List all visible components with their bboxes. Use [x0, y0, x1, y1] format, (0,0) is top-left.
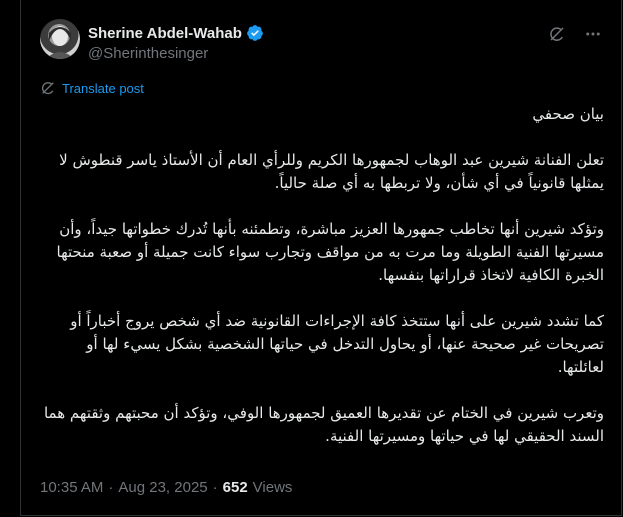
avatar[interactable] [40, 19, 80, 59]
grok-icon[interactable] [547, 24, 567, 44]
author-handle[interactable]: @Sherinthesinger [88, 45, 208, 62]
post-paragraph: وتعرب شيرين في الختام عن تقديرها العميق … [43, 404, 604, 445]
meta-separator: · [108, 479, 114, 496]
author-name[interactable]: Sherine Abdel-Wahab [88, 25, 242, 42]
post-card: Sherine Abdel-Wahab @Sherinthesinger Tra… [20, 0, 622, 516]
post-meta: 10:35 AM · Aug 23, 2025 · 652 Views [40, 479, 292, 496]
post-paragraph: وتؤكد شيرين أنها تخاطب جمهورها العزيز مب… [56, 220, 605, 284]
post-text: بيان صحفي تعلن الفنانة شيرين عبد الوهاب … [40, 103, 604, 471]
author-row: Sherine Abdel-Wahab [88, 24, 264, 42]
views-count[interactable]: 652 [223, 479, 248, 496]
post-time[interactable]: 10:35 AM [40, 479, 103, 496]
translate-post-link[interactable]: Translate post [40, 80, 144, 96]
more-icon[interactable] [583, 24, 603, 44]
views-label: Views [252, 479, 293, 496]
translate-post-label[interactable]: Translate post [62, 81, 144, 96]
post-paragraph: تعلن الفنانة شيرين عبد الوهاب لجمهورها ا… [59, 151, 604, 192]
meta-separator: · [212, 479, 218, 496]
translate-icon [41, 82, 54, 95]
post-top-actions [547, 24, 603, 44]
verified-badge-icon [247, 25, 263, 41]
post-paragraph: كما تشدد شيرين على أنها ستتخذ كافة الإجر… [70, 312, 604, 376]
post-paragraph: بيان صحفي [532, 105, 604, 123]
post-date[interactable]: Aug 23, 2025 [118, 479, 207, 496]
